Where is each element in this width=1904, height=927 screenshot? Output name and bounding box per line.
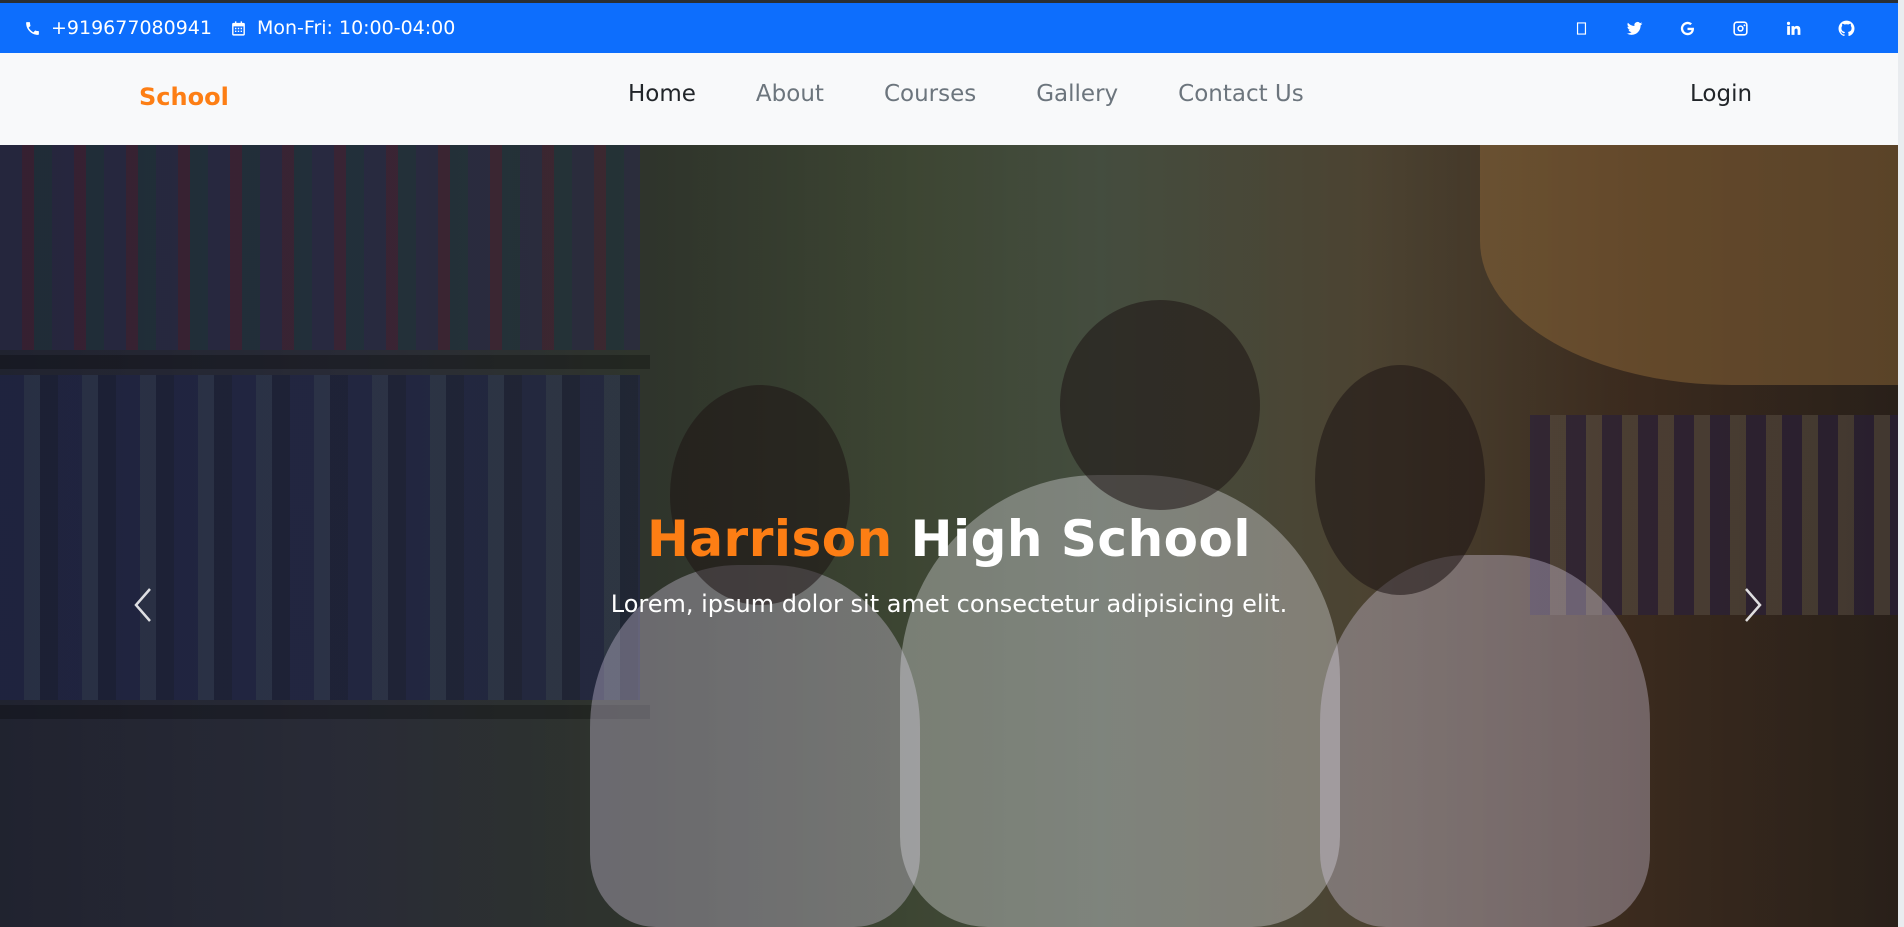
bookshelf-decoration <box>0 705 650 719</box>
main-navbar: School Home About Courses Gallery Contac… <box>0 53 1898 145</box>
books-decoration <box>0 145 640 350</box>
bookshelf-decoration <box>0 355 650 369</box>
nav-item-gallery[interactable]: Gallery <box>1036 81 1118 107</box>
office-hours: Mon-Fri: 10:00-04:00 <box>256 17 456 39</box>
square-icon[interactable] <box>1570 17 1593 40</box>
google-icon[interactable] <box>1676 17 1699 40</box>
login-link[interactable]: Login <box>1690 81 1752 107</box>
hero-title: Harrison High School <box>0 510 1898 568</box>
linkedin-icon[interactable] <box>1782 17 1805 40</box>
phone-info: +919677080941 <box>24 17 212 39</box>
calendar-icon <box>232 20 245 36</box>
phone-icon <box>26 21 39 35</box>
nav-menu: Home About Courses Gallery Contact Us <box>628 81 1304 107</box>
hero-title-highlight: Harrison <box>646 510 893 568</box>
page-scrollbar[interactable] <box>1898 0 1904 927</box>
hero-caption: Harrison High School Lorem, ipsum dolor … <box>0 510 1898 618</box>
phone-number: +919677080941 <box>51 17 212 39</box>
github-icon[interactable] <box>1835 17 1858 40</box>
hours-info: Mon-Fri: 10:00-04:00 <box>230 17 455 39</box>
instagram-icon[interactable] <box>1729 17 1752 40</box>
nav-item-contact-us[interactable]: Contact Us <box>1178 81 1304 107</box>
brand-logo[interactable]: School <box>139 83 229 111</box>
student-figure <box>590 565 920 927</box>
carousel-next-button[interactable] <box>1738 585 1768 625</box>
contact-info: +919677080941 Mon-Fri: 10:00-04:00 <box>24 17 455 39</box>
hero-title-rest: High School <box>910 510 1252 568</box>
chevron-left-icon <box>134 588 151 622</box>
wicker-lamp-decoration <box>1480 145 1898 385</box>
top-info-bar: +919677080941 Mon-Fri: 10:00-04:00 <box>0 3 1898 53</box>
nav-item-courses[interactable]: Courses <box>884 81 976 107</box>
student-head <box>1060 300 1260 510</box>
nav-item-about[interactable]: About <box>756 81 824 107</box>
hero-subtitle: Lorem, ipsum dolor sit amet consectetur … <box>610 590 1288 618</box>
nav-item-home[interactable]: Home <box>628 81 696 107</box>
twitter-icon[interactable] <box>1623 17 1646 40</box>
carousel-prev-button[interactable] <box>128 585 158 625</box>
social-links <box>1570 17 1858 40</box>
chevron-right-icon <box>1745 588 1762 622</box>
hero-carousel: Harrison High School Lorem, ipsum dolor … <box>0 145 1898 927</box>
